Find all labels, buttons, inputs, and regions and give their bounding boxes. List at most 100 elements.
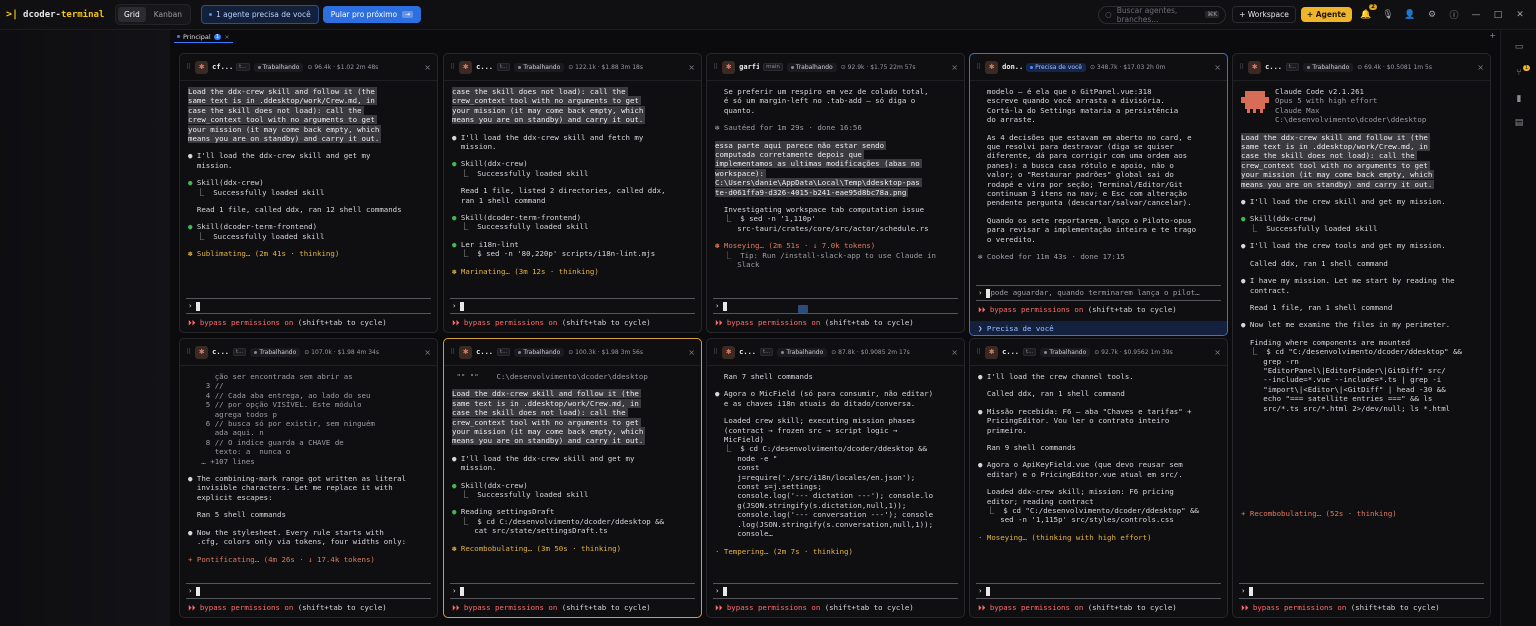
terminal-line: ⎿ Successfully loaded skill (452, 222, 589, 232)
agent-pane[interactable]: ⠿ ✱ c... t... Trabalhando ⊙ 107.0k · $1.98 4m… (179, 338, 438, 618)
agent-pane[interactable]: ⠿ ✱don... Precisa de você ⊙ 348.7k · $17.03… (969, 53, 1228, 336)
prompt-input[interactable]: › (1239, 583, 1484, 599)
user-prompt-text: means you are on standby) and carry it o… (1241, 179, 1435, 189)
bypass-permissions-status: ⏵⏵ bypass permissions on (shift+tab to c… (188, 318, 387, 328)
terminal-line: "import\|<Editor\|<GitDiff" | head -30 &… (1241, 384, 1446, 394)
prompt-input[interactable]: › (976, 583, 1221, 599)
settings-icon[interactable]: ⚙ (1426, 9, 1438, 21)
terminal-line: ● Agora o MicField (só para consumir, nã… (715, 389, 934, 399)
agent-pane[interactable]: ⠿ ✱ c... t... Trabalhando ⊙ 69.4k · $0.5081 1… (1232, 53, 1491, 618)
view-kanban-button[interactable]: Kanban (148, 7, 188, 22)
tab-principal[interactable]: Principal 1 × (174, 31, 233, 43)
prompt-input[interactable]: › pode aguardar, quando terminarem lança … (976, 285, 1221, 301)
drag-handle-icon[interactable]: ⠿ (976, 63, 981, 71)
user-prompt-text: crew_context tool with no arguments to g… (452, 417, 641, 427)
minimize-icon[interactable]: — (1470, 9, 1482, 21)
drag-handle-icon[interactable]: ⠿ (713, 63, 718, 71)
prompt-input[interactable]: › (450, 583, 695, 599)
status-label: Trabalhando (1312, 63, 1350, 71)
user-prompt-text: your mission (it may come back empty, wh… (452, 105, 646, 115)
microphone-icon[interactable]: 🎙 (1382, 9, 1394, 21)
drag-handle-icon[interactable]: ⠿ (713, 348, 718, 356)
usage-stats: ⊙ 96.4k · $1.02 2m 48s (307, 63, 379, 71)
agent-pane[interactable]: ⠿ ✱garfield main Trabalhando ⊙ 92.9k · $1.75… (706, 53, 965, 333)
info-icon[interactable]: ⓘ (1448, 9, 1460, 21)
folder-icon[interactable]: ▭ (1513, 42, 1525, 53)
needs-you-bar[interactable]: ❯ Precisa de você (970, 321, 1227, 335)
bypass-permissions-status: ⏵⏵ bypass permissions on (shift+tab to c… (1241, 603, 1440, 613)
prompt-input[interactable]: › (713, 298, 958, 314)
pane-header: ⠿ ✱ c... t... Trabalhando ⊙ 100.3k · $1.98 3m… (444, 339, 701, 366)
prompt-input[interactable]: › (186, 298, 431, 314)
close-pane-icon[interactable]: × (951, 348, 958, 357)
bell-icon[interactable]: 🔔 2 (1360, 3, 1377, 21)
terminal-line: ⎿ Successfully loaded skill (452, 168, 589, 178)
prompt-input[interactable]: › (186, 583, 431, 599)
status-badge: Trabalhando (1303, 62, 1354, 72)
agent-pane[interactable]: ⠿ ✱ c... t... Trabalhando ⊙ 100.3k · $1.98 3m… (443, 338, 702, 618)
close-pane-icon[interactable]: × (424, 63, 431, 72)
close-pane-icon[interactable]: × (688, 348, 695, 357)
terminal-line: your mission (it may come back empty, wh… (452, 427, 693, 437)
terminal-line: Finding where components are mounted (1241, 337, 1411, 347)
close-pane-icon[interactable]: × (951, 63, 958, 72)
prompt-symbol-icon: › (715, 301, 720, 311)
terminal-output: "" "" C:\desenvolvimento\dcoder\ddesktop… (444, 366, 701, 617)
drag-handle-icon[interactable]: ⠿ (1239, 63, 1244, 71)
close-tab-icon[interactable]: × (224, 33, 229, 41)
agent-avatar-icon: ✱ (1248, 60, 1262, 74)
close-icon[interactable]: ✕ (1514, 9, 1526, 21)
user-prompt-text: same text is in .ddesktop/work/Crew.md, … (188, 96, 377, 106)
agent-avatar-icon: ✱ (985, 345, 999, 359)
user-voice-icon[interactable]: 👤 (1404, 9, 1416, 21)
git-branch-icon[interactable]: ⑂ 1 (1513, 65, 1530, 79)
view-grid-button[interactable]: Grid (118, 7, 146, 22)
agent-avatar-icon: ✱ (195, 60, 209, 74)
usage-stats: ⊙ 69.4k · $0.5081 1m 5s (1357, 63, 1432, 71)
search-input[interactable]: ○ Buscar agentes, branches... ⌘K (1098, 5, 1227, 24)
add-agent-button[interactable]: + Agente (1300, 7, 1352, 22)
terminal-line: Load the ddx-crew skill and follow it (t… (1241, 132, 1482, 142)
drag-handle-icon[interactable]: ⠿ (186, 63, 191, 71)
layout-icon[interactable]: ▤ (1513, 118, 1525, 129)
drag-handle-icon[interactable]: ⠿ (976, 348, 981, 356)
agent-pane[interactable]: ⠿ ✱ c... t... Trabalhando ⊙ 87.8k · $0.9085 2… (706, 338, 965, 618)
drag-handle-icon[interactable]: ⠿ (450, 348, 455, 356)
jump-next-button[interactable]: Pular pro próximo ⇥ (322, 6, 422, 23)
terminal-line: means you are on standby) and carry it o… (452, 436, 693, 446)
terminal-line: Load the ddx-crew skill and follow it (t… (452, 389, 693, 399)
right-rail: ▭ ⑂ 1 ▮ ▤ (1500, 30, 1536, 626)
close-pane-icon[interactable]: × (424, 348, 431, 357)
prompt-input[interactable]: › (713, 583, 958, 599)
terminal-line: Slack (715, 260, 760, 270)
terminal-line: Called ddx, ran 1 shell command (978, 389, 1125, 399)
terminal-output: modelo — é ela que o GitPanel.vue:318 es… (970, 81, 1227, 335)
agent-pane[interactable]: ⠿ ✱ c... t... Trabalhando ⊙ 92.7k · $0.9562 1… (969, 338, 1228, 618)
add-workspace-button[interactable]: + Workspace (1232, 6, 1296, 23)
grid-splitter-handle[interactable] (798, 305, 808, 313)
agent-pane[interactable]: ⠿ ✱ cf... t... Trabalhando ⊙ 96.4k · $1.02 2m… (179, 53, 438, 333)
close-pane-icon[interactable]: × (688, 63, 695, 72)
drag-handle-icon[interactable]: ⠿ (450, 63, 455, 71)
terminal-line: crew_context tool with no arguments to g… (1241, 160, 1482, 170)
pane-header: ⠿ ✱garfield main Trabalhando ⊙ 92.9k · $1.75… (707, 54, 964, 81)
close-pane-icon[interactable]: × (1214, 348, 1221, 357)
add-tab-button[interactable]: + (1489, 31, 1496, 40)
prompt-symbol-icon: › (978, 288, 983, 298)
maximize-icon[interactable]: □ (1492, 9, 1504, 21)
app-name-suffix: terminal (60, 9, 105, 20)
needs-you-indicator[interactable]: 1 agente precisa de você (201, 5, 319, 24)
agent-name: garfield (739, 63, 759, 71)
banner-plan: Claude Max (1275, 105, 1320, 115)
chart-icon[interactable]: ▮ (1513, 94, 1525, 105)
drag-handle-icon[interactable]: ⠿ (186, 348, 191, 356)
agent-pane[interactable]: ⠿ ✱ c... t... Trabalhando ⊙ 122.1k · $1.88 3m… (443, 53, 702, 333)
close-pane-icon[interactable]: × (1477, 63, 1484, 72)
prompt-symbol-icon: › (188, 301, 193, 311)
close-pane-icon[interactable]: × (1214, 63, 1221, 72)
prompt-input[interactable]: › (450, 298, 695, 314)
